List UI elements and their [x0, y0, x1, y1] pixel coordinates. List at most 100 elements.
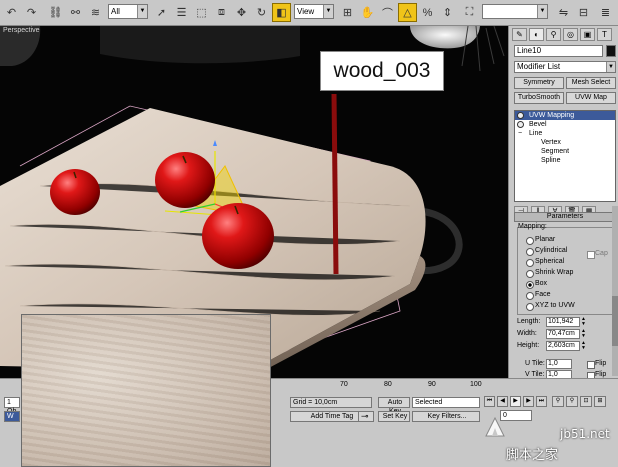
stack-item-bevel[interactable]: Bevel: [515, 120, 615, 129]
radio-spherical[interactable]: Spherical: [525, 258, 564, 267]
radio-box[interactable]: Box: [525, 280, 547, 289]
edit-named-selection-icon[interactable]: ⛶: [460, 3, 479, 22]
width-field[interactable]: 70,47cm: [546, 329, 580, 339]
command-panel: ✎ ◐ ⚲ ◎ ▣ T Line10 Modifier List ▼ Symme…: [508, 26, 618, 380]
pivot-center-icon[interactable]: ⊞: [338, 3, 357, 22]
command-panel-scrollbar[interactable]: [612, 206, 618, 376]
move-icon[interactable]: ✥: [232, 3, 251, 22]
selection-filter-dropdown[interactable]: All ▼: [108, 4, 148, 19]
key-mode-dropdown[interactable]: Selected: [412, 397, 480, 408]
wood-texture-swatch: [21, 314, 271, 467]
background-bowl-right: [410, 26, 480, 49]
length-field[interactable]: 101,942: [546, 317, 580, 327]
stack-item-uvw-mapping[interactable]: UVW Mapping: [515, 111, 615, 120]
grid-size-readout: Grid = 10,0cm: [290, 397, 372, 408]
go-to-start-icon[interactable]: ⏮: [484, 396, 495, 407]
stack-item-line[interactable]: − Line: [515, 129, 615, 138]
radio-face[interactable]: Face: [526, 291, 551, 300]
object-color-swatch[interactable]: [606, 45, 616, 57]
radio-cylindrical[interactable]: Cylindrical: [525, 247, 567, 256]
length-spinner-icon[interactable]: ▲ ▼: [581, 317, 586, 327]
width-spinner-icon[interactable]: ▲ ▼: [581, 329, 586, 339]
key-icon[interactable]: ⊸: [358, 411, 374, 422]
u-tile-field[interactable]: 1,0: [546, 359, 572, 369]
height-label: Height:: [517, 342, 540, 349]
radio-xyz-to-uvw[interactable]: XYZ to UVW: [526, 302, 575, 311]
turbosmooth-button[interactable]: TurboSmooth: [514, 92, 564, 104]
object-name-field[interactable]: Line10: [514, 45, 603, 57]
zoom-all-icon[interactable]: ⚲: [566, 396, 578, 407]
display-icon[interactable]: ▣: [580, 28, 595, 41]
select-by-name-icon[interactable]: ☰: [172, 3, 191, 22]
unlink-icon[interactable]: ⚯: [66, 3, 85, 22]
auto-key-button[interactable]: Auto Key: [378, 397, 410, 415]
bind-space-warp-icon[interactable]: ≋: [86, 3, 105, 22]
uvw-map-button[interactable]: UVW Map: [566, 92, 616, 104]
symmetry-button[interactable]: Symmetry: [514, 77, 564, 89]
set-key-button[interactable]: Set Key: [378, 411, 410, 422]
reference-coordinate-dropdown[interactable]: View ▼: [294, 4, 334, 19]
apple-front: [202, 203, 274, 269]
percent-snap-icon[interactable]: %: [418, 3, 437, 22]
play-icon[interactable]: ▶: [510, 396, 521, 407]
height-spinner-icon[interactable]: ▲ ▼: [581, 341, 586, 351]
stack-item-segment[interactable]: Segment: [515, 147, 615, 156]
select-object-icon[interactable]: ➚: [152, 3, 171, 22]
modifier-stack: UVW Mapping Bevel − Line Vertex Segment …: [514, 110, 616, 202]
bulb-icon[interactable]: [517, 112, 524, 119]
selection-filter-value: All: [111, 7, 120, 16]
scrollbar-thumb[interactable]: [612, 296, 618, 346]
height-field[interactable]: 2,603cm: [546, 341, 580, 351]
v-flip-checkbox[interactable]: Flip: [586, 371, 606, 380]
go-to-end-icon[interactable]: ⏭: [536, 396, 547, 407]
previous-frame-icon[interactable]: ◀: [497, 396, 508, 407]
bulb-icon[interactable]: [517, 121, 524, 128]
rotate-icon[interactable]: ↻: [252, 3, 271, 22]
stack-item-label: Spline: [541, 157, 561, 164]
undo-icon[interactable]: ↶: [2, 3, 21, 22]
mesh-select-button[interactable]: Mesh Select: [566, 77, 616, 89]
zoom-icon[interactable]: ⚲: [552, 396, 564, 407]
u-flip-checkbox[interactable]: Flip: [586, 360, 606, 369]
apple-middle: [155, 152, 215, 208]
stack-item-vertex[interactable]: Vertex: [515, 138, 615, 147]
stack-item-label: Vertex: [541, 139, 561, 146]
background-dark-object: [100, 26, 300, 64]
modifier-list-dropdown[interactable]: Modifier List ▼: [514, 61, 616, 73]
stack-item-label: Line: [529, 130, 543, 137]
angle-snap-icon[interactable]: △: [398, 3, 417, 22]
key-filters-button[interactable]: Key Filters...: [412, 411, 480, 422]
mirror-icon[interactable]: ⇋: [554, 3, 573, 22]
watermark-site-name: 脚本之家: [506, 447, 559, 462]
snap-toggle-icon[interactable]: ⌒: [378, 3, 397, 22]
ruler-tick: 90: [428, 381, 436, 388]
window-crossing-icon[interactable]: ⧈: [212, 3, 231, 22]
select-manipulate-icon[interactable]: ✋: [358, 3, 377, 22]
viewport-label[interactable]: Perspective: [3, 27, 40, 34]
named-selection-dropdown[interactable]: ▼: [482, 4, 548, 19]
utilities-icon[interactable]: T: [597, 28, 612, 41]
maxscript-listener[interactable]: W: [4, 411, 20, 422]
radio-shrink-wrap[interactable]: Shrink Wrap: [525, 269, 573, 278]
layer-manager-icon[interactable]: ≣: [596, 3, 615, 22]
rect-selection-icon[interactable]: ⬚: [192, 3, 211, 22]
create-icon[interactable]: ✎: [512, 28, 527, 41]
motion-icon[interactable]: ◎: [563, 28, 578, 41]
modify-icon[interactable]: ◐: [529, 28, 544, 41]
zoom-extents-all-icon[interactable]: ⊞: [594, 396, 606, 407]
cap-checkbox[interactable]: Cap: [587, 250, 608, 259]
hierarchy-icon[interactable]: ⚲: [546, 28, 561, 41]
zoom-extents-icon[interactable]: ⊡: [580, 396, 592, 407]
collapse-icon[interactable]: −: [518, 129, 522, 138]
main-toolbar: ↶ ↷ ⛓ ⚯ ≋ All ▼ ➚ ☰ ⬚ ⧈ ✥ ↻ ◧ View ▼ ⊞ ✋…: [0, 0, 618, 26]
select-link-icon[interactable]: ⛓: [46, 3, 65, 22]
align-icon[interactable]: ⊟: [574, 3, 593, 22]
spinner-snap-icon[interactable]: ⇕: [438, 3, 457, 22]
redo-icon[interactable]: ↷: [22, 3, 41, 22]
radio-planar[interactable]: Planar: [525, 236, 555, 245]
parameters-rollout-header[interactable]: Parameters: [514, 212, 616, 222]
stack-item-spline[interactable]: Spline: [515, 156, 615, 165]
next-frame-icon[interactable]: ▶: [523, 396, 534, 407]
scale-icon[interactable]: ◧: [272, 3, 291, 22]
chevron-down-icon: ▼: [606, 62, 615, 72]
